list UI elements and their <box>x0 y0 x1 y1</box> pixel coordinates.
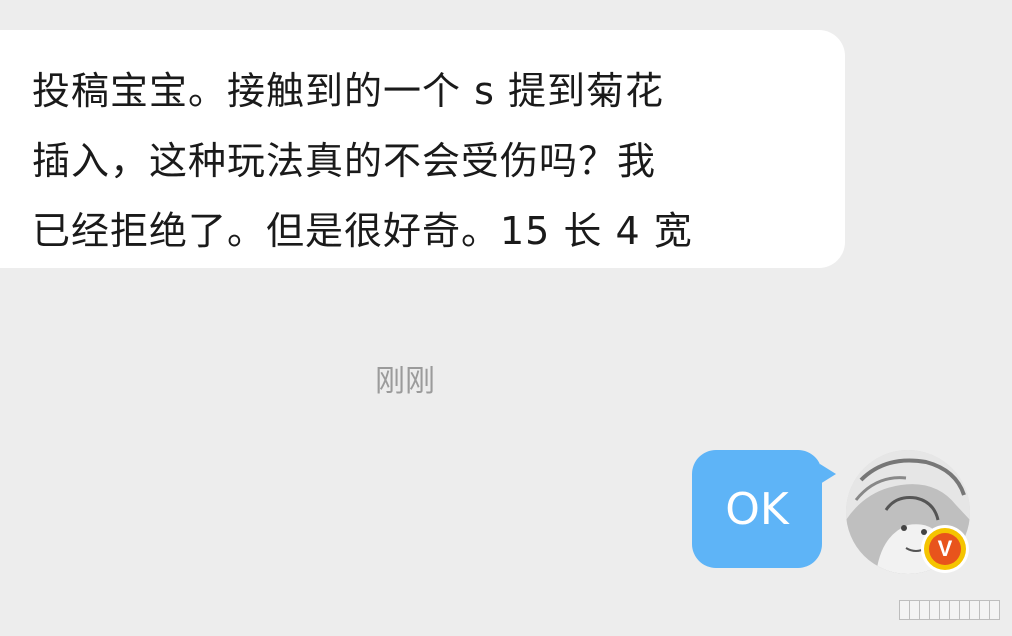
incoming-message-line-1: 投稿宝宝。接触到的一个 s 提到菊花 <box>32 69 664 113</box>
chat-area: 投稿宝宝。接触到的一个 s 提到菊花 插入，这种玩法真的不会受伤吗？我 已经拒绝了。… <box>0 0 1012 636</box>
incoming-message-line-2: 插入，这种玩法真的不会受伤吗？我 <box>32 139 657 183</box>
verified-v-icon: V <box>929 533 961 565</box>
incoming-message-bubble[interactable]: 投稿宝宝。接触到的一个 s 提到菊花 插入，这种玩法真的不会受伤吗？我 已经拒绝了。… <box>0 30 845 268</box>
outgoing-message-text: OK <box>725 483 789 535</box>
verified-badge: V <box>924 528 966 570</box>
outgoing-message-bubble[interactable]: OK <box>692 450 836 568</box>
incoming-message-line-3: 已经拒绝了。但是很好奇。15 长 4 宽 <box>32 209 693 253</box>
watermark <box>899 600 1000 620</box>
message-timestamp: 刚刚 <box>375 364 435 399</box>
incoming-message-text: 投稿宝宝。接触到的一个 s 提到菊花 插入，这种玩法真的不会受伤吗？我 已经拒绝了。… <box>32 56 805 266</box>
